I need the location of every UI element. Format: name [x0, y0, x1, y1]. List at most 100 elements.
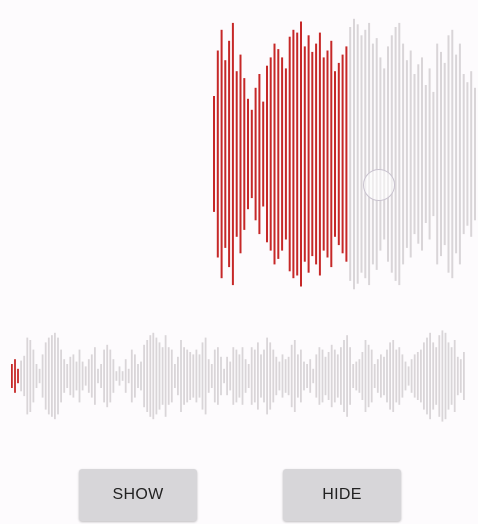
top-waveform-seekbar[interactable] — [0, 0, 478, 310]
waveform-bar — [470, 71, 473, 237]
waveform-bar — [186, 349, 189, 403]
waveform-bar — [66, 364, 69, 388]
waveform-bar — [35, 364, 38, 388]
waveform-bar — [440, 51, 442, 257]
waveform-bar — [386, 349, 388, 403]
waveform-bar — [284, 68, 287, 240]
waveform-bar — [358, 359, 361, 393]
waveform-bar — [272, 349, 275, 403]
waveform-bar — [90, 354, 93, 398]
waveform-bar — [409, 50, 412, 258]
waveform-bar — [387, 46, 389, 262]
waveform-bar — [103, 349, 105, 403]
waveform-bar — [275, 356, 278, 396]
waveform-bar — [115, 371, 118, 381]
waveform-bar — [41, 354, 44, 398]
waveform-bar — [231, 22, 234, 286]
waveform-bar — [334, 71, 336, 237]
waveform-bar — [100, 364, 102, 388]
waveform-bar — [44, 342, 47, 410]
waveform-bar — [134, 354, 136, 398]
waveform-bar — [341, 54, 344, 254]
waveform-bar — [312, 368, 315, 384]
waveform-bar — [376, 359, 379, 393]
waveform-bar — [14, 359, 16, 393]
waveform-bar — [315, 43, 318, 265]
waveform-bar — [137, 364, 139, 388]
waveform-bar — [253, 349, 256, 403]
waveform-bar — [250, 347, 253, 405]
waveform-bar — [263, 349, 265, 403]
waveform-bar — [288, 36, 291, 272]
waveform-bar — [78, 349, 81, 403]
waveform-bar — [17, 368, 19, 384]
waveform-bar — [81, 361, 84, 391]
waveform-bar — [300, 21, 302, 287]
waveform-bar — [195, 349, 198, 403]
waveform-bar — [229, 361, 232, 391]
waveform-bar — [290, 344, 293, 408]
waveform-bar — [278, 361, 281, 391]
waveform-bar — [443, 62, 446, 246]
waveform-bar — [207, 359, 210, 393]
waveform-bar — [198, 354, 201, 398]
hide-button[interactable]: HIDE — [283, 469, 401, 521]
waveform-bar — [402, 43, 405, 265]
waveform-bar — [345, 46, 348, 262]
waveform-bar — [87, 359, 90, 393]
waveform-bar — [281, 57, 284, 251]
waveform-bar — [306, 364, 308, 388]
waveform-bar — [429, 332, 431, 420]
waveform-bar — [127, 368, 130, 384]
waveform-bar — [213, 349, 216, 403]
waveform-bar — [349, 347, 351, 405]
waveform-bar — [232, 347, 235, 405]
waveform-bar — [239, 54, 242, 254]
waveform-bar — [401, 354, 404, 398]
waveform-bar — [424, 85, 427, 223]
waveform-bar — [149, 335, 152, 417]
seek-thumb[interactable] — [363, 169, 395, 201]
waveform-bar — [333, 349, 336, 403]
waveform-bar — [97, 368, 99, 384]
waveform-bar — [466, 82, 469, 226]
waveform-bar — [438, 335, 441, 417]
waveform-bar — [112, 359, 115, 393]
waveform-bar — [23, 355, 26, 397]
waveform-bar — [432, 342, 435, 410]
waveform-bar — [371, 43, 374, 265]
waveform-bar — [158, 342, 161, 410]
waveform-bar — [390, 35, 393, 273]
waveform-bar — [383, 68, 386, 240]
waveform-bar — [11, 364, 13, 388]
waveform-bar — [417, 64, 420, 244]
waveform-bar — [269, 57, 272, 251]
waveform-bar — [223, 368, 225, 384]
waveform-bar — [315, 354, 318, 398]
waveform-bar — [459, 359, 462, 393]
bottom-waveform-seekbar[interactable] — [0, 318, 478, 428]
waveform-bar — [303, 46, 306, 262]
waveform-bar — [420, 349, 422, 403]
waveform-bar — [140, 361, 142, 391]
waveform-bar — [307, 35, 310, 273]
waveform-bar — [224, 60, 227, 248]
waveform-bar — [216, 50, 219, 258]
waveform-bar — [257, 342, 259, 410]
waveform-bar — [474, 87, 476, 221]
waveform-bar — [217, 347, 219, 405]
waveform-bar — [297, 354, 299, 398]
waveform-bar — [75, 361, 78, 391]
waveform-bar — [392, 340, 395, 412]
waveform-bar — [364, 29, 367, 279]
waveform-bar — [398, 347, 401, 405]
waveform-bar — [124, 359, 127, 393]
waveform-bar — [51, 335, 53, 417]
show-button[interactable]: SHOW — [79, 469, 197, 521]
waveform-bar — [296, 32, 299, 276]
waveform-bar — [241, 347, 244, 405]
waveform-bar — [447, 342, 450, 410]
waveform-bar — [326, 50, 329, 258]
waveform-bar — [293, 340, 296, 412]
waveform-bar — [238, 354, 241, 398]
